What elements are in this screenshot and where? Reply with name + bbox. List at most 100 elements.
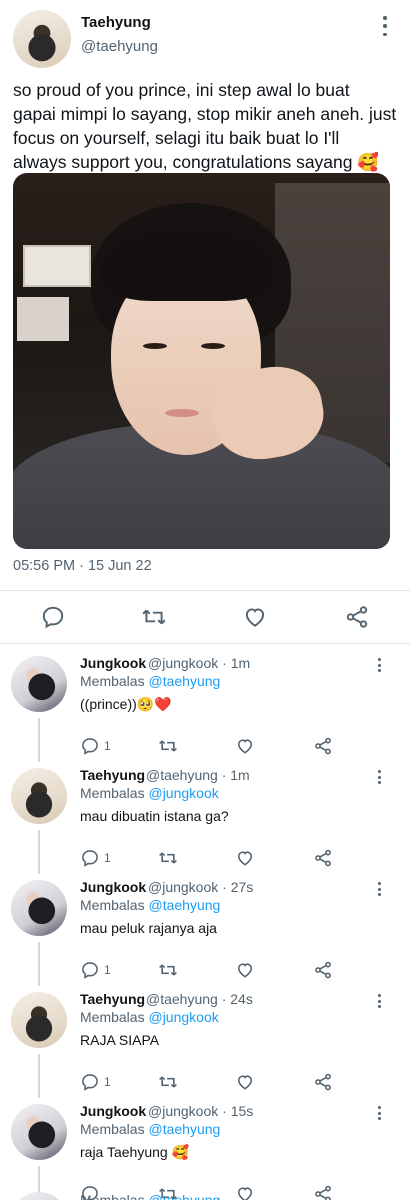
avatar[interactable] xyxy=(11,1192,67,1200)
tweet-timestamp[interactable]: 05:56 PM · 15 Jun 22 xyxy=(13,558,152,574)
reply-tweet[interactable]: Jungkook @jungkook · 1m Membalas @taehyung… xyxy=(0,650,410,762)
heart-icon[interactable] xyxy=(235,848,255,868)
reply-time: · 1m xyxy=(221,767,250,783)
heart-icon[interactable] xyxy=(235,1072,255,1092)
reply-icon[interactable] xyxy=(80,960,100,980)
reply-author-name[interactable]: Jungkook xyxy=(80,1103,146,1119)
retweet-icon[interactable] xyxy=(158,848,178,868)
reply-tweet[interactable]: Taehyung @taehyung · 1m Membalas @jungkook… xyxy=(0,762,410,874)
replying-prefix: Membalas xyxy=(80,1192,145,1200)
reply-actions: 1 xyxy=(80,848,333,868)
thread-line xyxy=(38,942,40,986)
replying-to: Membalas @taehyung xyxy=(80,1121,220,1137)
avatar[interactable] xyxy=(11,992,67,1048)
divider xyxy=(0,590,410,591)
reply-time: · 1m xyxy=(222,655,251,671)
reply-icon[interactable] xyxy=(40,604,66,630)
reply-tweet[interactable]: Taehyung @taehyung · 24s Membalas @jungkoo… xyxy=(0,986,410,1098)
reply-author-handle[interactable]: @jungkook · 1m xyxy=(148,655,250,671)
replying-to: Membalas @jungkook xyxy=(80,1009,219,1025)
reply-text: mau dibuatin istana ga? xyxy=(80,808,229,824)
replying-to: Membalas @taehyung xyxy=(80,673,220,689)
tweet-text: so proud of you prince, ini step awal lo… xyxy=(13,80,397,172)
heart-icon[interactable] xyxy=(242,604,268,630)
reply-actions: 1 xyxy=(80,1072,333,1092)
tweet-photo[interactable] xyxy=(13,173,390,549)
reply-partial[interactable]: Membalas @taehyung xyxy=(0,1186,410,1200)
mention-link[interactable]: @jungkook xyxy=(148,785,218,801)
reply-text: RAJA SIAPA xyxy=(80,1032,160,1048)
retweet-icon[interactable] xyxy=(141,604,167,630)
share-icon[interactable] xyxy=(344,604,370,630)
handle-text: @jungkook xyxy=(148,1103,219,1119)
mention-link[interactable]: @taehyung xyxy=(148,897,220,913)
reply-author-handle[interactable]: @taehyung · 24s xyxy=(146,991,253,1007)
mention-link[interactable]: @taehyung xyxy=(148,1121,220,1137)
reply-author-name[interactable]: Taehyung xyxy=(80,991,145,1007)
replying-prefix: Membalas xyxy=(80,1121,145,1137)
avatar[interactable] xyxy=(11,880,67,936)
handle-text: @taehyung xyxy=(146,991,218,1007)
share-icon[interactable] xyxy=(313,1072,333,1092)
more-icon[interactable] xyxy=(376,994,382,1008)
retweet-icon[interactable] xyxy=(158,736,178,756)
replying-prefix: Membalas xyxy=(80,785,145,801)
more-icon[interactable] xyxy=(376,770,382,784)
share-icon[interactable] xyxy=(313,960,333,980)
replying-prefix: Membalas xyxy=(80,1009,145,1025)
thread-line xyxy=(38,718,40,762)
avatar[interactable] xyxy=(11,768,67,824)
replying-prefix: Membalas xyxy=(80,673,145,689)
author-name[interactable]: Taehyung xyxy=(81,14,151,31)
more-icon[interactable] xyxy=(382,16,388,36)
reply-tweet[interactable]: Jungkook @jungkook · 27s Membalas @taehyun… xyxy=(0,874,410,986)
more-icon[interactable] xyxy=(376,882,382,896)
avatar[interactable] xyxy=(13,10,71,68)
reply-text: raja Taehyung 🥰 xyxy=(80,1144,190,1160)
replying-to: Membalas @taehyung xyxy=(80,897,220,913)
reply-time: · 24s xyxy=(221,991,253,1007)
retweet-icon[interactable] xyxy=(158,1072,178,1092)
reply-count: 1 xyxy=(104,963,111,977)
mention-link[interactable]: @taehyung xyxy=(148,1192,220,1200)
reply-author-name[interactable]: Jungkook xyxy=(80,655,146,671)
thread-line xyxy=(38,830,40,874)
more-icon[interactable] xyxy=(376,1106,382,1120)
handle-text: @jungkook xyxy=(148,879,219,895)
retweet-icon[interactable] xyxy=(158,960,178,980)
reply-text: ((prince))🥺❤️ xyxy=(80,696,172,712)
tweet-actions xyxy=(0,600,410,634)
share-icon[interactable] xyxy=(313,848,333,868)
reply-count: 1 xyxy=(104,1075,111,1089)
share-icon[interactable] xyxy=(313,736,333,756)
author-handle[interactable]: @taehyung xyxy=(81,38,158,55)
reply-author-handle[interactable]: @taehyung · 1m xyxy=(146,767,250,783)
heart-icon[interactable] xyxy=(235,960,255,980)
avatar[interactable] xyxy=(11,1104,67,1160)
reply-actions: 1 xyxy=(80,736,333,756)
avatar[interactable] xyxy=(11,656,67,712)
thread-line xyxy=(38,1054,40,1098)
replying-to: Membalas @jungkook xyxy=(80,785,219,801)
heart-icon[interactable] xyxy=(235,736,255,756)
replying-to: Membalas @taehyung xyxy=(80,1192,220,1200)
handle-text: @jungkook xyxy=(148,655,219,671)
replying-prefix: Membalas xyxy=(80,897,145,913)
more-icon[interactable] xyxy=(376,658,382,672)
reply-icon[interactable] xyxy=(80,848,100,868)
reply-text: mau peluk rajanya aja xyxy=(80,920,217,936)
mention-link[interactable]: @taehyung xyxy=(148,673,220,689)
reply-icon[interactable] xyxy=(80,1072,100,1092)
reply-icon[interactable] xyxy=(80,736,100,756)
mention-link[interactable]: @jungkook xyxy=(148,1009,218,1025)
reply-count: 1 xyxy=(104,851,111,865)
main-tweet-header: Taehyung @taehyung xyxy=(13,10,397,70)
reply-author-name[interactable]: Taehyung xyxy=(80,767,145,783)
divider xyxy=(0,643,410,644)
reply-author-name[interactable]: Jungkook xyxy=(80,879,146,895)
reply-tweet[interactable]: Jungkook @jungkook · 15s Membalas @taehyun… xyxy=(0,1098,410,1200)
reply-author-handle[interactable]: @jungkook · 15s xyxy=(148,1103,253,1119)
reply-actions: 1 xyxy=(80,960,333,980)
reply-author-handle[interactable]: @jungkook · 27s xyxy=(148,879,253,895)
reply-count: 1 xyxy=(104,739,111,753)
